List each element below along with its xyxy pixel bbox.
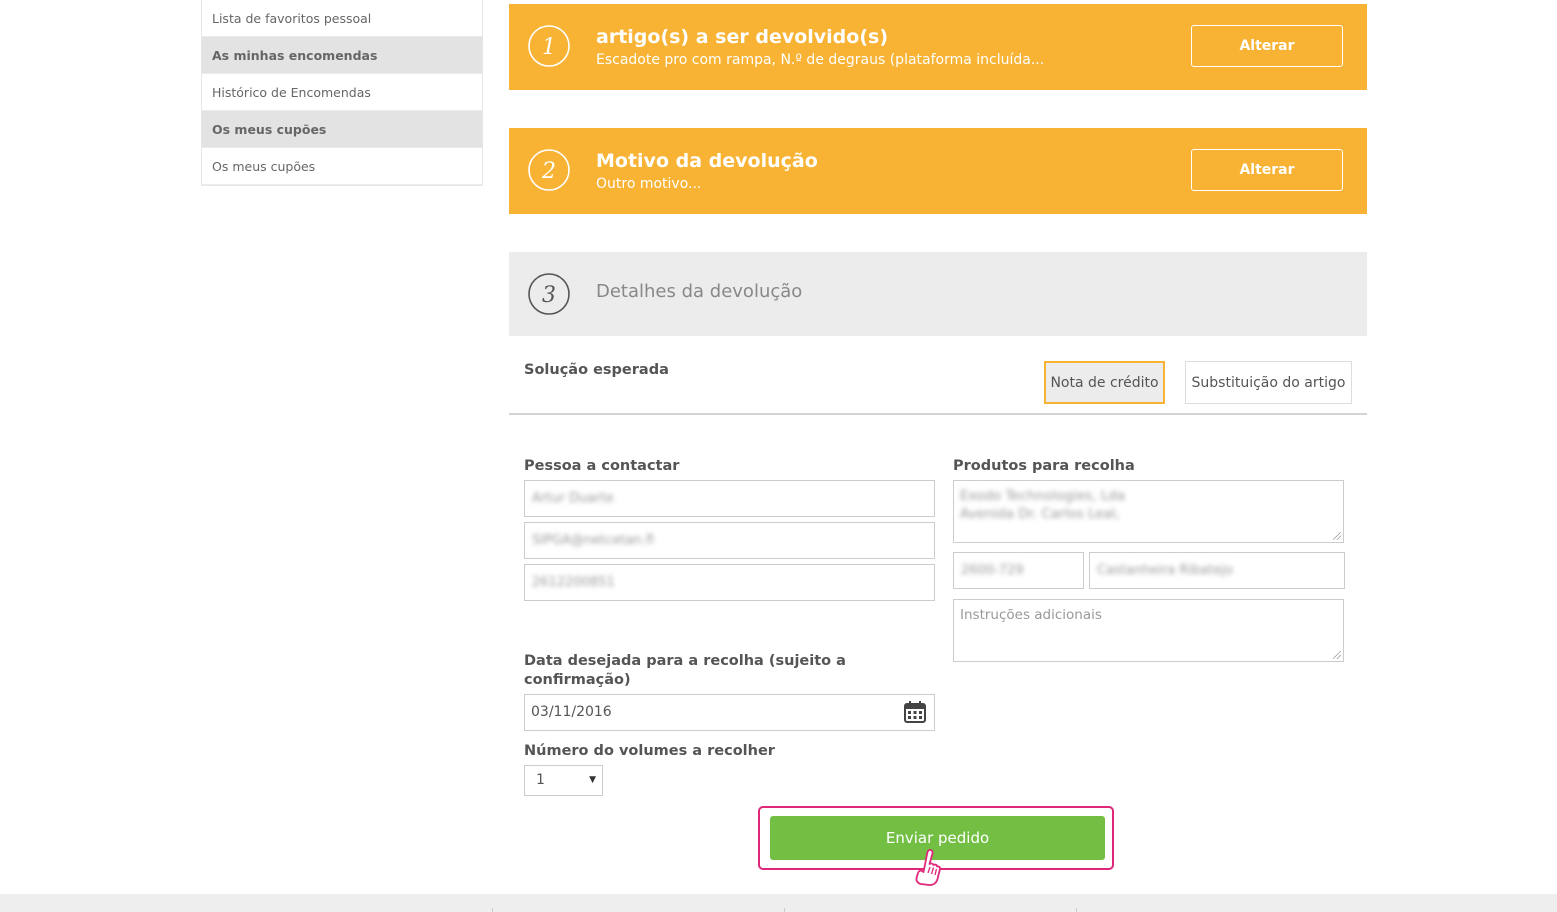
step-3-number-icon: 3 <box>528 273 570 315</box>
pickup-date-value: 03/11/2016 <box>531 704 612 720</box>
pickup-address-line1: Exodo Technologies, Lda <box>960 488 1126 504</box>
volumes-value: 1 <box>536 772 545 788</box>
contact-label: Pessoa a contactar <box>524 458 680 474</box>
account-sidebar: Lista de favoritos pessoal As minhas enc… <box>201 0 483 186</box>
step-1-title: artigo(s) a ser devolvido(s) <box>596 26 889 48</box>
pickup-date-label: Data desejada para a recolha (sujeito a … <box>524 653 846 688</box>
volumes-label: Número do volumes a recolher <box>524 743 775 759</box>
footer-divider <box>492 908 493 912</box>
contact-email-field[interactable]: SIPGA@netcetan.fl <box>524 522 935 559</box>
step-1-subtitle: Escadote pro com rampa, N.º de degraus (… <box>596 52 1045 68</box>
option-item-replacement[interactable]: Substituição do artigo <box>1185 361 1352 404</box>
step-2-number-icon: 2 <box>528 149 570 191</box>
footer-divider <box>1076 908 1077 912</box>
resize-handle-icon[interactable] <box>1333 532 1341 540</box>
step-3-title: Detalhes da devolução <box>596 281 803 302</box>
section-divider <box>509 413 1367 415</box>
option-credit-note[interactable]: Nota de crédito <box>1044 361 1165 404</box>
pickup-date-field[interactable]: 03/11/2016 <box>524 694 935 731</box>
solution-label: Solução esperada <box>524 362 669 378</box>
sidebar-item-order-history[interactable]: Histórico de Encomendas <box>202 74 482 111</box>
step-2-panel: 2 Motivo da devolução Outro motivo... Al… <box>509 128 1367 214</box>
additional-instructions-field[interactable]: Instruções adicionais <box>953 599 1344 662</box>
contact-phone-value: 2612200851 <box>532 575 615 590</box>
calendar-icon[interactable] <box>904 701 926 723</box>
svg-text:3: 3 <box>542 283 556 308</box>
pointer-hand-icon <box>915 849 941 886</box>
footer-divider <box>784 908 785 912</box>
svg-text:1: 1 <box>542 35 556 60</box>
pickup-address-field[interactable]: Exodo Technologies, Lda Avenida Dr. Carl… <box>953 480 1344 543</box>
contact-name-field[interactable]: Artur Duarte <box>524 480 935 517</box>
city-field[interactable]: Castanheira Ribatejo <box>1089 552 1345 589</box>
dropdown-arrow-icon: ▼ <box>589 775 596 785</box>
contact-email-value: SIPGA@netcetan.fl <box>532 533 654 548</box>
step-2-change-button[interactable]: Alterar <box>1191 149 1343 191</box>
resize-handle-icon[interactable] <box>1333 651 1341 659</box>
step-1-panel: 1 artigo(s) a ser devolvido(s) Escadote … <box>509 4 1367 90</box>
postal-code-field[interactable]: 2600-729 <box>953 552 1084 589</box>
sidebar-item-favorites[interactable]: Lista de favoritos pessoal <box>202 0 482 37</box>
sidebar-item-coupons[interactable]: Os meus cupões <box>202 148 482 185</box>
volumes-select[interactable]: 1 ▼ <box>524 765 603 796</box>
sidebar-heading-orders: As minhas encomendas <box>202 37 482 74</box>
pickup-address-line2: Avenida Dr. Carlos Leal, <box>960 506 1120 522</box>
sidebar-heading-coupons: Os meus cupões <box>202 111 482 148</box>
contact-name-value: Artur Duarte <box>532 491 614 506</box>
step-1-change-button[interactable]: Alterar <box>1191 25 1343 67</box>
postal-code-value: 2600-729 <box>961 563 1024 578</box>
step-1-number-icon: 1 <box>528 25 570 67</box>
svg-text:2: 2 <box>541 159 556 184</box>
step-2-title: Motivo da devolução <box>596 150 818 172</box>
pickup-label: Produtos para recolha <box>953 458 1135 474</box>
page-footer <box>0 894 1557 912</box>
step-3-panel: 3 Detalhes da devolução <box>509 252 1367 336</box>
contact-phone-field[interactable]: 2612200851 <box>524 564 935 601</box>
city-value: Castanheira Ribatejo <box>1097 563 1233 578</box>
step-2-subtitle: Outro motivo... <box>596 176 702 192</box>
instructions-placeholder: Instruções adicionais <box>960 607 1102 623</box>
